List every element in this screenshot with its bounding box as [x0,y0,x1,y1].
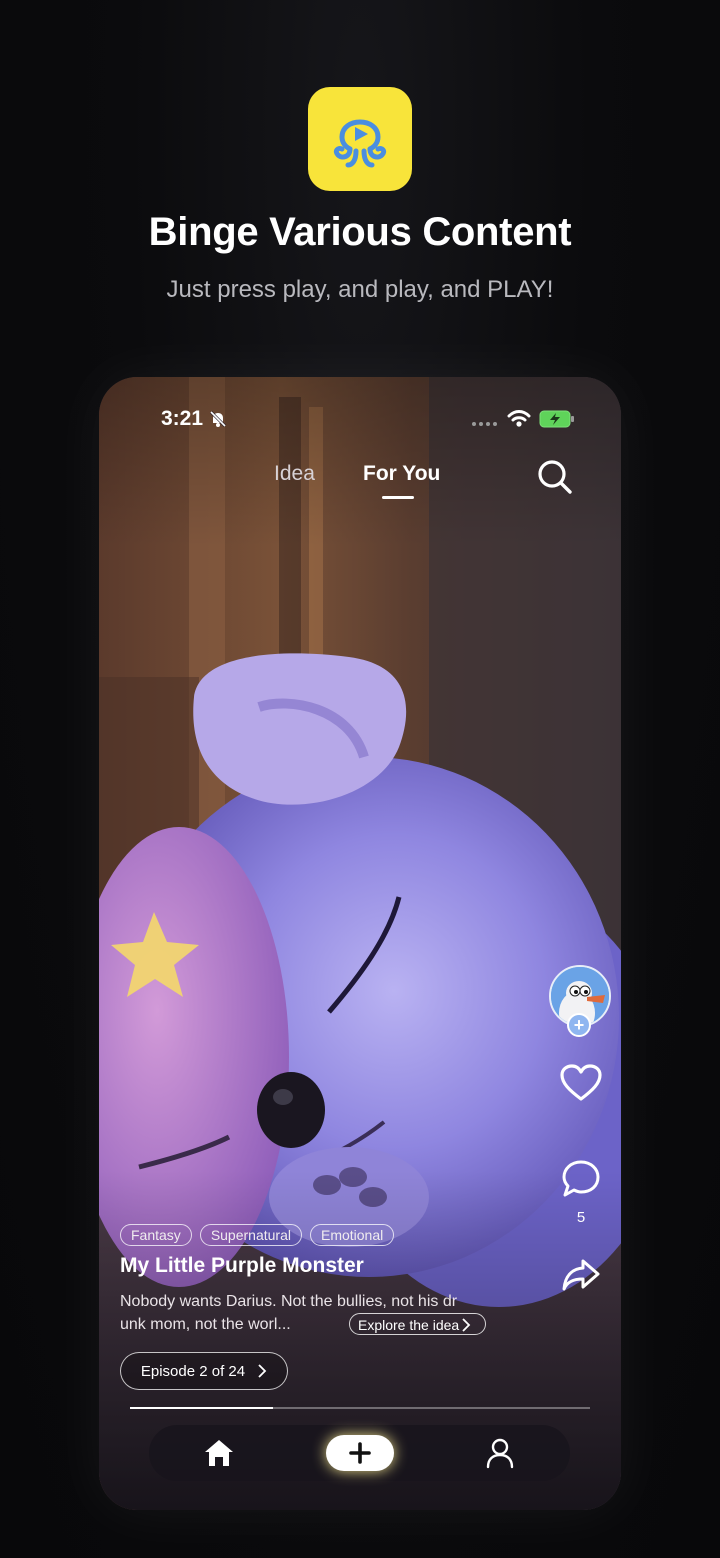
tag-chip[interactable]: Supernatural [199,1224,302,1246]
chevron-right-icon [258,1364,267,1378]
playback-progress-fill [130,1407,273,1409]
promo-subline: Just press play, and play, and PLAY! [166,276,554,303]
wifi-icon [507,410,531,427]
app-logo [308,87,412,191]
create-button[interactable] [326,1435,394,1471]
octopus-play-logo-icon [333,119,387,168]
search-icon[interactable] [535,457,575,497]
profile-icon[interactable] [485,1437,515,1469]
create-plus-icon [349,1442,371,1464]
comment-count: 5 [576,1209,586,1226]
tab-for-you[interactable]: For You [363,462,440,486]
chevron-right-icon [462,1317,471,1332]
status-time: 3:21 [161,407,204,430]
comment-bubble-icon[interactable] [561,1159,601,1199]
cellular-signal-icon [472,422,497,426]
active-tab-indicator [382,496,414,499]
promo-headline: Binge Various Content [148,210,572,254]
episode-selector-button[interactable]: Episode 2 of 24 [120,1352,288,1390]
description-line: Nobody wants Darius. Not the bullies, no… [120,1293,458,1310]
genre-tags: Fantasy Supernatural Emotional [120,1224,395,1246]
status-bar: 3:21 [99,407,621,435]
episode-label: Episode 2 of 24 [140,1362,246,1380]
follow-plus-icon[interactable]: + [567,1013,591,1037]
silent-mode-icon [209,410,227,428]
tag-chip[interactable]: Fantasy [120,1224,192,1246]
like-heart-icon[interactable] [559,1063,603,1103]
share-arrow-icon[interactable] [561,1257,601,1293]
home-icon[interactable] [203,1437,235,1469]
phone-screen: 3:21 Idea For You + 5 Fantasy Supernatur… [99,377,621,1510]
explore-idea-label: Explore the idea [358,1316,460,1333]
video-title[interactable]: My Little Purple Monster [120,1254,364,1278]
video-frame-image[interactable] [99,377,621,1510]
battery-charging-icon [539,410,574,428]
bottom-navigation [149,1425,570,1481]
playback-progress-bar[interactable] [130,1407,590,1409]
tab-idea[interactable]: Idea [274,462,315,486]
tag-chip[interactable]: Emotional [309,1224,395,1246]
explore-idea-button[interactable]: Explore the idea [349,1313,487,1335]
